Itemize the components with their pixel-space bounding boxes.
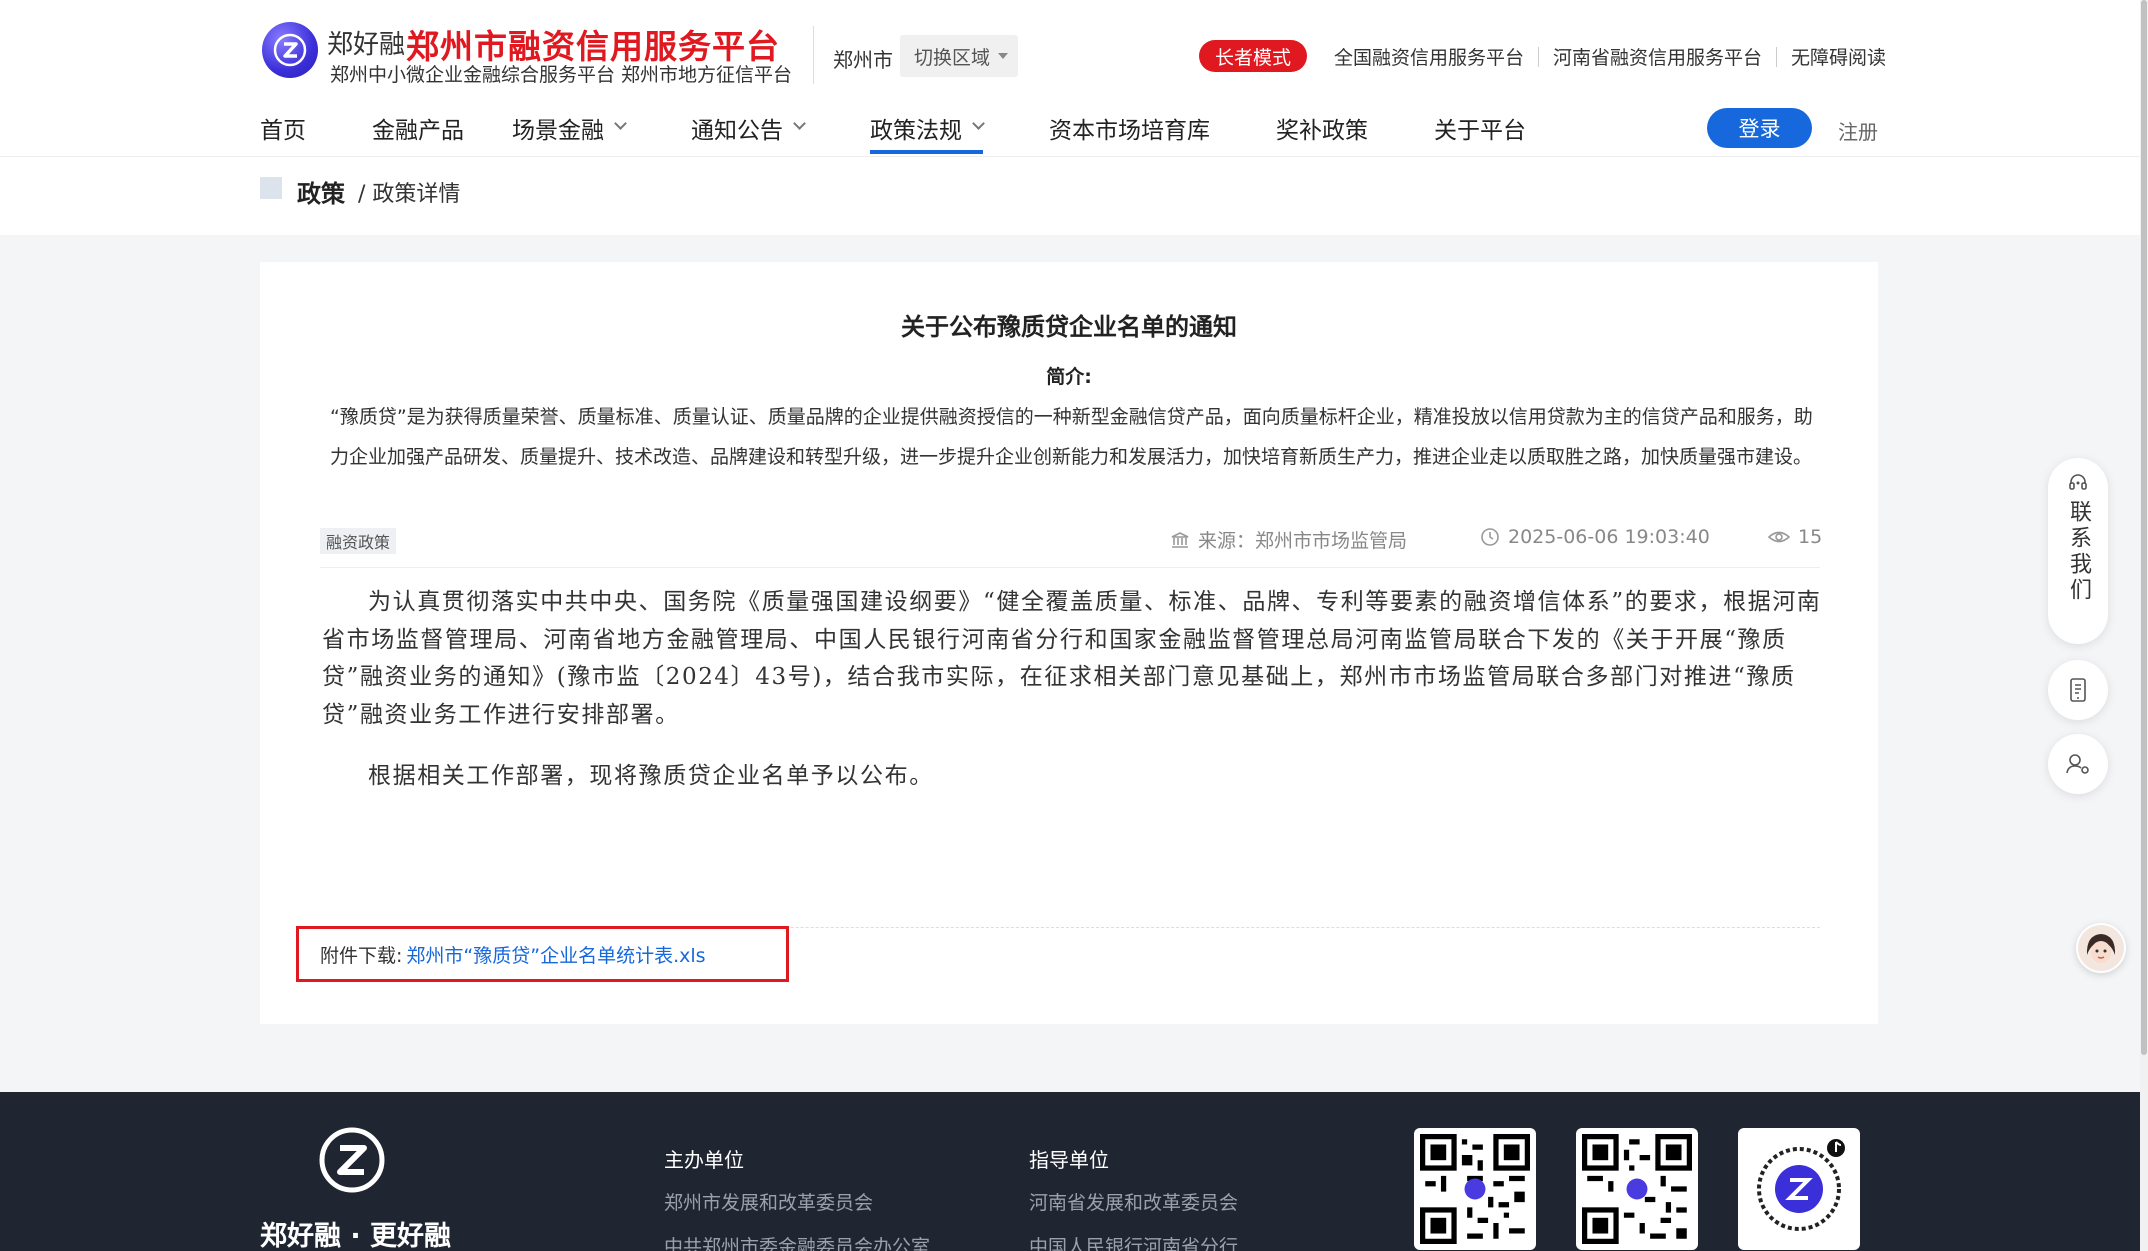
top-links: 全国融资信用服务平台 河南省融资信用服务平台 无障碍阅读 [1320, 43, 1900, 70]
article-time: 2025-06-06 19:03:40 [1480, 526, 1710, 548]
attachment-download-link[interactable]: 郑州市“豫质贷”企业名单统计表.xls [406, 941, 705, 968]
scrollbar-thumb[interactable] [2141, 0, 2147, 1055]
nav-about[interactable]: 关于平台 [1434, 108, 1526, 156]
nav-home[interactable]: 首页 [260, 108, 306, 156]
qr-code-icon [1582, 1134, 1692, 1244]
intro-label: 简介: [1046, 366, 1092, 388]
nav-label: 关于平台 [1434, 118, 1526, 144]
time-text: 2025-06-06 19:03:40 [1508, 526, 1710, 548]
switch-region-label: 切换区域 [914, 46, 991, 69]
nav-label: 奖补政策 [1276, 118, 1368, 144]
breadcrumb-policy[interactable]: 政策 [297, 174, 345, 209]
contact-us-button[interactable]: 联系我们 [2048, 458, 2108, 644]
breadcrumb-marker [260, 177, 282, 199]
nav-notices[interactable]: 通知公告 [691, 108, 806, 156]
contact-us-label: 联系我们 [2066, 500, 2091, 604]
main-nav: 首页 金融产品 场景金融 通知公告 政策法规 资本市场培育库 奖补政策 关于平台 [260, 108, 1526, 156]
guide-unit-link[interactable]: 中国人民银行河南省分行 [1029, 1232, 1238, 1251]
article-title: 关于公布豫质贷企业名单的通知 [901, 313, 1237, 341]
nav-capital-market[interactable]: 资本市场培育库 [1049, 108, 1210, 156]
nav-label: 金融产品 [372, 118, 464, 144]
meta-divider [320, 567, 1820, 568]
switch-region-button[interactable]: 切换区域 [900, 35, 1018, 77]
footer-slogan: 郑好融 · 更好融 [260, 1221, 452, 1251]
nav-label: 场景金融 [512, 118, 604, 144]
footer-logo-icon [319, 1127, 385, 1193]
caret-down-icon [998, 53, 1009, 59]
nav-policies[interactable]: 政策法规 [870, 108, 985, 156]
article-source: 来源：郑州市市场监管局 [1170, 526, 1407, 553]
attachment-label: 附件下载: [320, 944, 403, 967]
breadcrumb: 政策 / 政策详情 [0, 157, 2140, 235]
body-paragraph: 根据相关工作部署，现将豫质贷企业名单予以公布。 [368, 763, 934, 789]
brand-subtitle: 郑州中小微企业金融综合服务平台 郑州市地方征信平台 [330, 64, 793, 86]
nav-subsidy-policy[interactable]: 奖补政策 [1276, 108, 1368, 156]
intro-text: “豫质贷”是为获得质量荣誉、质量标准、质量认证、质量品牌的企业提供融资授信的一种… [330, 406, 1813, 468]
site-header: 郑好融 郑州市融资信用服务平台 郑州中小微企业金融综合服务平台 郑州市地方征信平… [0, 0, 2140, 157]
article-card: 关于公布豫质贷企业名单的通知 简介: “豫质贷”是为获得质量荣誉、质量标准、质量… [260, 262, 1878, 1024]
qr-code-miniprogram [1576, 1128, 1698, 1250]
source-text: 来源：郑州市市场监管局 [1198, 530, 1408, 552]
brand-short-name: 郑好融 [327, 30, 406, 60]
mobile-app-button[interactable] [2048, 660, 2108, 720]
nav-label: 资本市场培育库 [1049, 118, 1210, 144]
breadcrumb-current: / 政策详情 [358, 182, 461, 207]
qr-code-douyin [1738, 1128, 1860, 1250]
host-unit-title: 主办单位 [664, 1148, 744, 1172]
nav-label: 通知公告 [691, 118, 783, 144]
chevron-down-icon [972, 117, 985, 130]
qr-code-icon [1420, 1134, 1530, 1244]
guide-unit-title: 指导单位 [1029, 1148, 1109, 1172]
register-link[interactable]: 注册 [1838, 116, 1878, 145]
article-views: 15 [1768, 526, 1822, 548]
host-unit-link[interactable]: 郑州市发展和改革委员会 [664, 1188, 873, 1215]
current-city: 郑州市 [833, 48, 893, 72]
douyin-qr-icon [1757, 1139, 1845, 1231]
site-footer: 郑好融 · 更好融 主办单位 郑州市发展和改革委员会 中共郑州市委金融委员会办公… [0, 1092, 2140, 1251]
user-settings-icon [2066, 754, 2089, 774]
mobile-phone-icon [2070, 678, 2086, 702]
chevron-down-icon [793, 117, 806, 130]
headset-icon [2069, 474, 2087, 490]
nav-scene-finance[interactable]: 场景金融 [512, 108, 627, 156]
assistant-avatar-icon [2078, 925, 2124, 971]
nav-label: 政策法规 [870, 118, 962, 144]
body-paragraph: 为认真贯彻落实中共中央、国务院《质量强国建设纲要》“健全覆盖质量、标准、品牌、专… [322, 589, 1822, 728]
elder-mode-button[interactable]: 长者模式 [1199, 40, 1307, 72]
qr-code-wechat [1414, 1128, 1536, 1250]
category-tag: 融资政策 [320, 528, 397, 554]
login-button[interactable]: 登录 [1707, 108, 1812, 148]
chevron-down-icon [614, 117, 627, 130]
attachment-highlight: 附件下载: 郑州市“豫质贷”企业名单统计表.xls [296, 926, 789, 982]
nav-label: 首页 [260, 118, 306, 144]
institution-icon [1171, 531, 1189, 548]
assistant-avatar[interactable] [2076, 923, 2126, 973]
accessibility-link[interactable]: 无障碍阅读 [1777, 43, 1900, 70]
header-divider [813, 26, 814, 84]
guide-unit-link[interactable]: 河南省发展和改革委员会 [1029, 1188, 1238, 1215]
nav-finance-products[interactable]: 金融产品 [372, 108, 464, 156]
article-body: 为认真贯彻落实中共中央、国务院《质量强国建设纲要》“健全覆盖质量、标准、品牌、专… [322, 584, 1822, 820]
user-service-button[interactable] [2048, 734, 2108, 794]
henan-platform-link[interactable]: 河南省融资信用服务平台 [1539, 43, 1776, 70]
clock-icon [1481, 528, 1499, 546]
views-count: 15 [1798, 526, 1823, 548]
host-unit-link[interactable]: 中共郑州市委金融委员会办公室 [664, 1232, 930, 1251]
brand-logo-icon[interactable] [262, 22, 318, 78]
national-platform-link[interactable]: 全国融资信用服务平台 [1320, 43, 1538, 70]
eye-icon [1768, 531, 1790, 543]
